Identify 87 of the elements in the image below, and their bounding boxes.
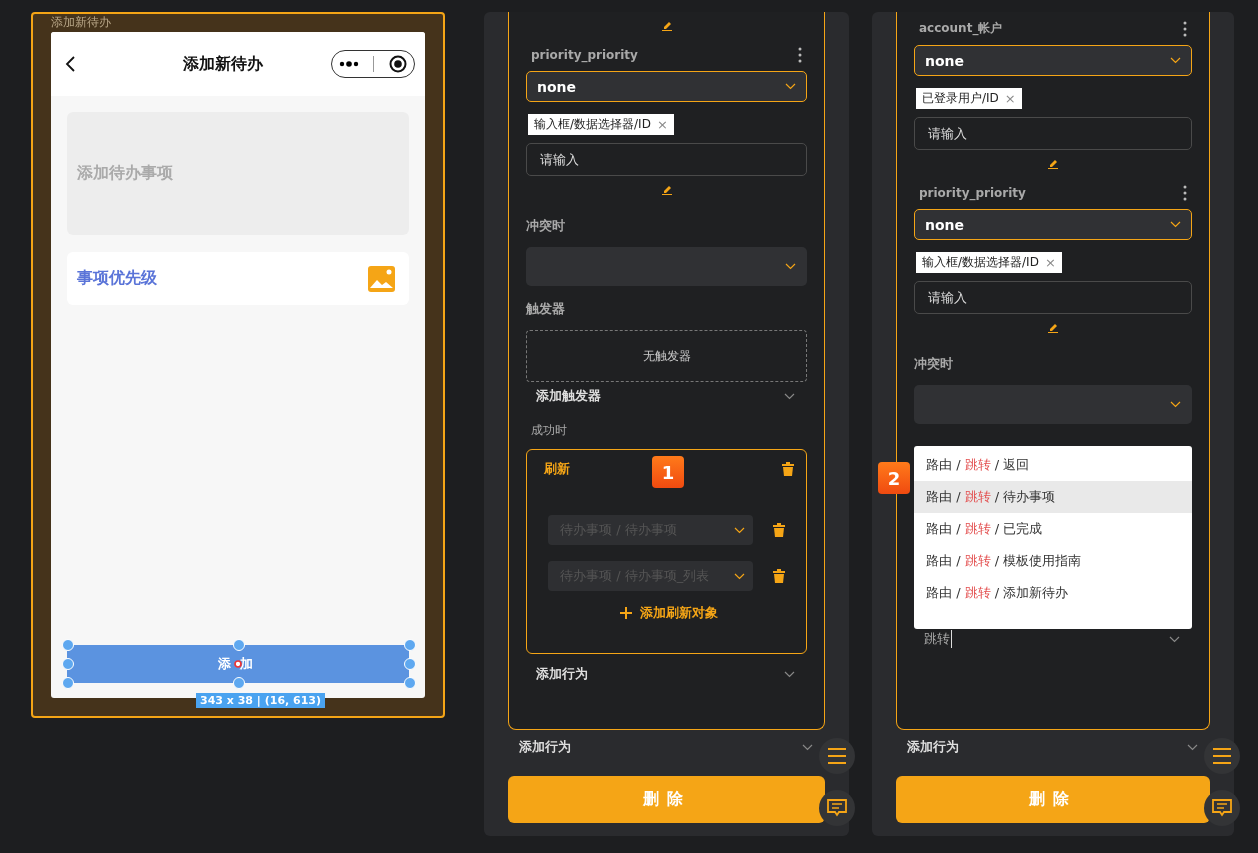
empty-trigger-box: 无触发器: [526, 330, 807, 382]
close-icon[interactable]: ×: [656, 118, 668, 131]
pencil-icon[interactable]: [1047, 158, 1059, 169]
step-badge: 2: [878, 462, 910, 494]
image-icon: [368, 265, 395, 292]
chevron-down-icon: [734, 526, 745, 534]
nav-title: 添加新待办: [183, 53, 263, 75]
option-text: 跳转: [964, 584, 991, 602]
chevron-down-icon: [734, 572, 745, 580]
option-text: / 模板使用指南: [993, 552, 1082, 570]
option-text: 路由 /: [926, 456, 962, 474]
option-text: 路由 /: [926, 520, 962, 538]
close-icon[interactable]: ×: [1004, 92, 1016, 105]
option-text: / 已完成: [993, 520, 1043, 538]
option-text: 路由 /: [926, 552, 962, 570]
chat-icon[interactable]: [1204, 790, 1240, 826]
input-field[interactable]: 请输入: [914, 281, 1192, 314]
resize-handle[interactable]: [404, 639, 416, 651]
more-icon[interactable]: [1183, 20, 1187, 37]
chevron-down-icon: [1170, 401, 1181, 408]
option-text: 跳转: [964, 456, 991, 474]
menu-icon[interactable]: [1204, 738, 1240, 774]
field-name: priority_priority: [919, 186, 1026, 200]
input-field[interactable]: 请输入: [526, 143, 807, 176]
field-name: account_帐户: [919, 20, 1003, 37]
pencil-icon[interactable]: [660, 20, 673, 31]
option-text: / 添加新待办: [993, 584, 1069, 602]
expander-label[interactable]: 添加行为: [907, 738, 959, 756]
input-field[interactable]: 请输入: [914, 117, 1192, 150]
menu-option[interactable]: 路由 / 跳转 / 待办事项: [914, 481, 1192, 513]
chevron-down-icon: [1187, 743, 1198, 751]
target-icon[interactable]: [388, 55, 407, 73]
tag-text: 已登录用户/ID: [922, 90, 999, 107]
resize-handle[interactable]: [62, 677, 74, 689]
resize-handle[interactable]: [62, 658, 74, 670]
add-target-button[interactable]: 添加刷新对象: [614, 603, 724, 623]
option-text: / 待办事项: [993, 488, 1056, 506]
section-label: 触发器: [526, 300, 565, 318]
value-select[interactable]: none: [914, 45, 1192, 76]
option-text: 跳转: [964, 552, 991, 570]
trash-icon[interactable]: [773, 523, 785, 537]
chevron-down-icon: [784, 392, 795, 400]
pencil-icon[interactable]: [1047, 322, 1059, 333]
option-text: 跳转: [964, 488, 991, 506]
more-icon[interactable]: [339, 61, 360, 67]
chevron-down-icon: [784, 670, 795, 678]
step-badge: 1: [652, 456, 684, 488]
target-icon: [234, 660, 242, 668]
value-select[interactable]: none: [914, 209, 1192, 240]
search-input[interactable]: 跳转: [914, 624, 1192, 654]
field-name: priority_priority: [531, 48, 638, 62]
menu-icon[interactable]: [819, 738, 855, 774]
resize-handle[interactable]: [62, 639, 74, 651]
section-label: 冲突时: [526, 217, 565, 235]
back-icon[interactable]: [65, 56, 75, 72]
expander-label[interactable]: 添加触发器: [536, 387, 601, 405]
option-text: 跳转: [964, 520, 991, 538]
expander-label[interactable]: 添加行为: [536, 665, 588, 683]
close-icon[interactable]: ×: [1044, 256, 1056, 269]
option-text: 路由 /: [926, 488, 962, 506]
size-label: 343 x 38 | (16, 613): [196, 693, 326, 708]
action-title: 刷新: [544, 460, 570, 478]
chat-icon[interactable]: [819, 790, 855, 826]
priority-card[interactable]: 事项优先级: [67, 252, 409, 305]
option-text: 路由 /: [926, 584, 962, 602]
resize-handle[interactable]: [404, 677, 416, 689]
tag-text: 输入框/数据选择器/ID: [922, 254, 1039, 271]
tag-text: 输入框/数据选择器/ID: [534, 116, 651, 133]
plus-icon: [620, 607, 632, 619]
resize-handle[interactable]: [233, 639, 245, 651]
expander-label[interactable]: 添加行为: [519, 738, 571, 756]
trash-icon[interactable]: [782, 462, 794, 476]
pencil-icon[interactable]: [660, 184, 673, 195]
chevron-down-icon: [785, 83, 796, 90]
trash-icon[interactable]: [773, 569, 785, 583]
chevron-down-icon: [802, 743, 813, 751]
frame-label: 添加新待办: [51, 14, 112, 31]
chevron-down-icon: [785, 263, 796, 270]
section-label: 冲突时: [914, 355, 953, 373]
chevron-down-icon: [1170, 221, 1181, 228]
more-icon[interactable]: [798, 47, 802, 63]
option-text: / 返回: [993, 456, 1030, 474]
chevron-down-icon: [1170, 57, 1181, 64]
section-label: 成功时: [531, 422, 567, 439]
more-icon[interactable]: [1183, 185, 1187, 201]
chevron-down-icon: [1169, 635, 1180, 643]
value-select[interactable]: none: [526, 71, 807, 102]
